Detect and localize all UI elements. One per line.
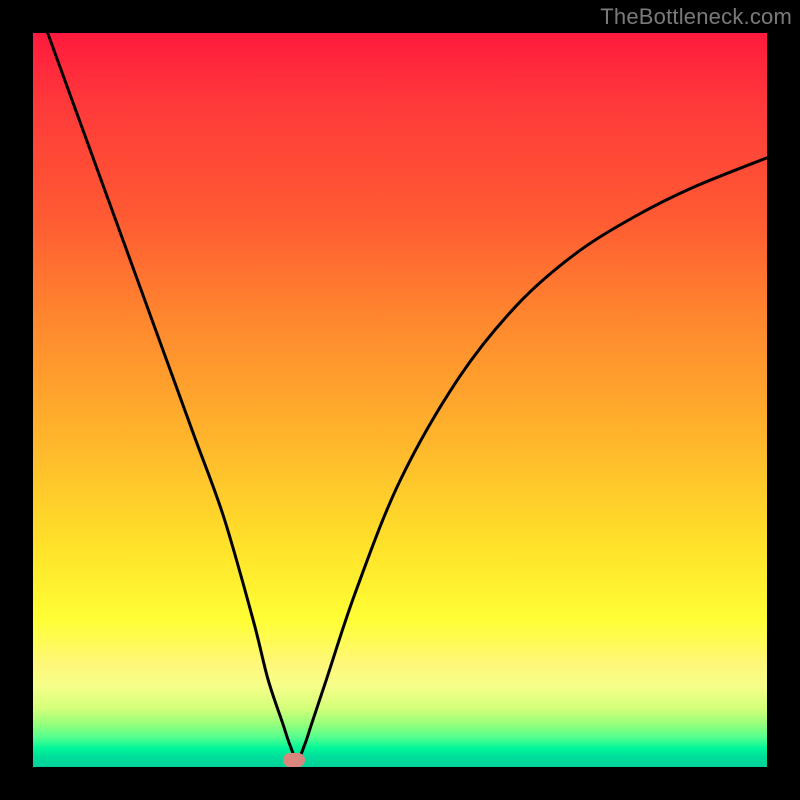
chart-frame: TheBottleneck.com: [0, 0, 800, 800]
watermark-text: TheBottleneck.com: [600, 4, 792, 30]
curve-svg: [33, 33, 767, 767]
plot-area: [33, 33, 767, 767]
bottleneck-curve: [48, 33, 767, 760]
optimum-marker: [283, 753, 305, 767]
